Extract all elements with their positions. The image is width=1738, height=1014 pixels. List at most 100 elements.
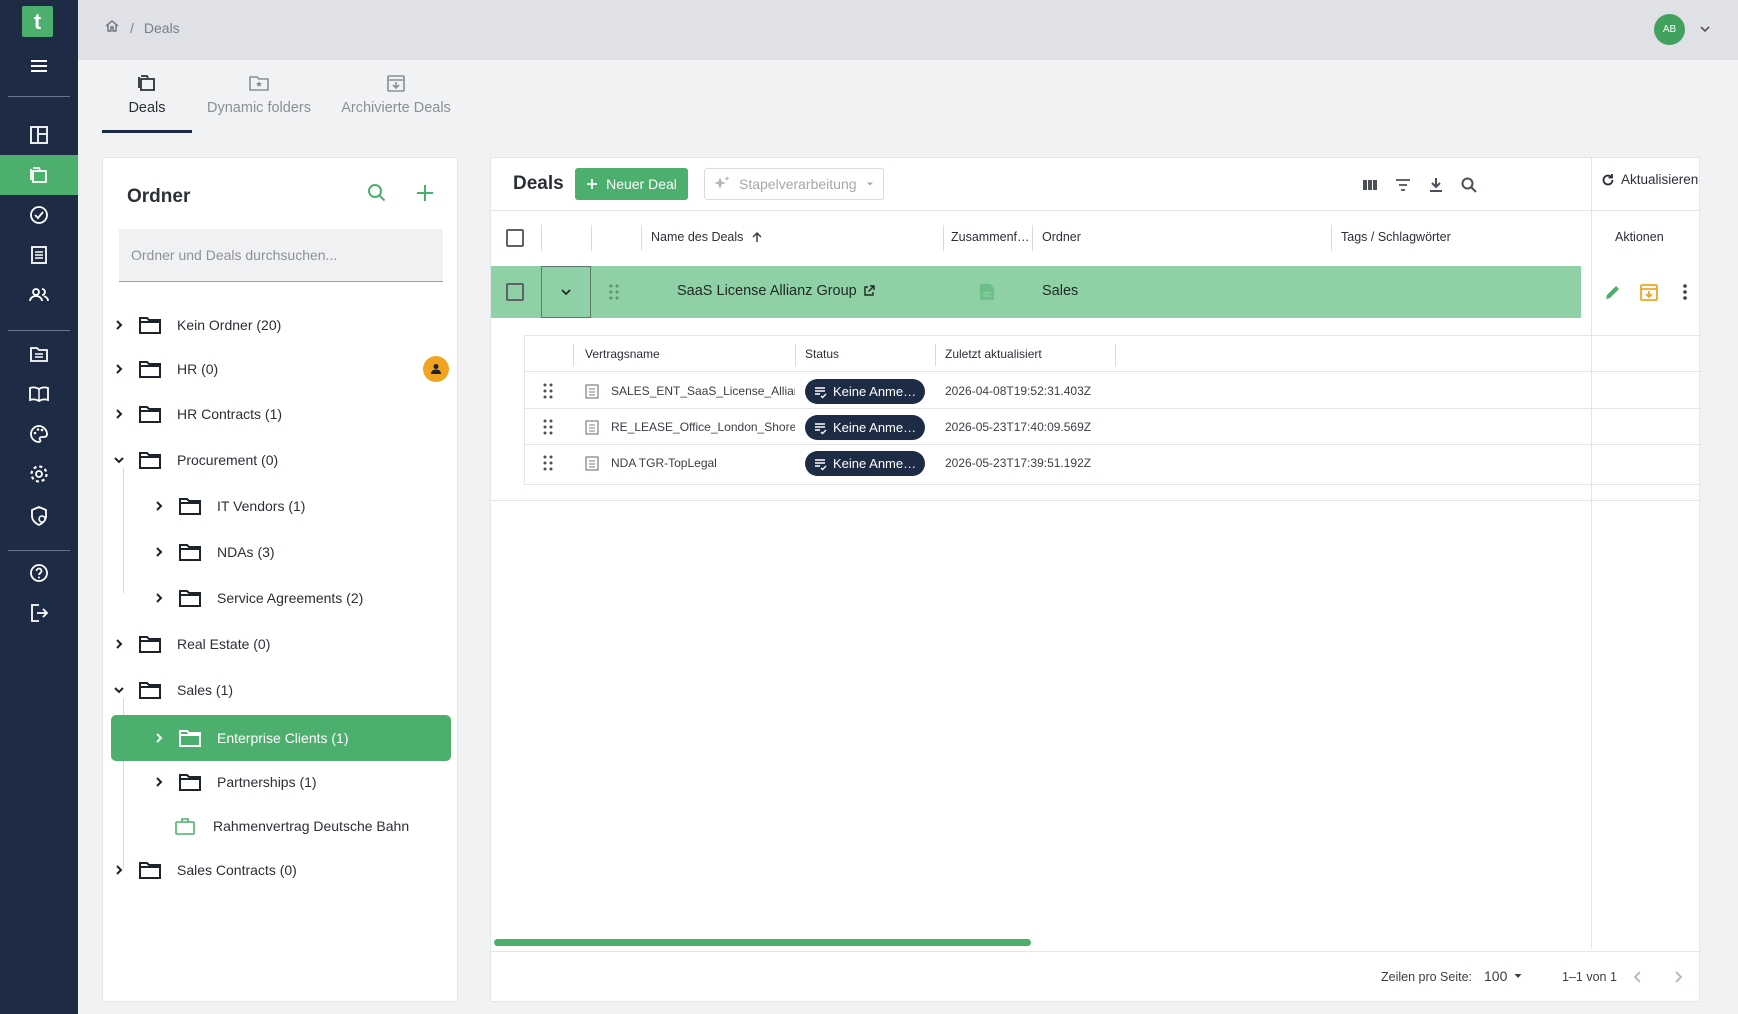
- dynamic-folder-icon: [249, 76, 269, 91]
- tab-dynamic-folders[interactable]: Dynamic folders: [204, 72, 314, 132]
- column-header-summary[interactable]: Zusammenf…: [951, 230, 1030, 244]
- tab-deals[interactable]: Deals: [112, 72, 182, 132]
- tree-item-procurement[interactable]: Procurement (0): [111, 440, 451, 480]
- download-icon[interactable]: [1427, 176, 1445, 194]
- status-badge[interactable]: Keine Anme…: [805, 451, 925, 476]
- drag-handle-icon[interactable]: [609, 284, 619, 300]
- documents-icon[interactable]: [0, 235, 78, 275]
- chevron-right-icon[interactable]: [111, 406, 127, 422]
- horizontal-scrollbar[interactable]: [494, 939, 1031, 946]
- batch-processing-button[interactable]: Stapelverarbeitung: [704, 168, 884, 200]
- templates-icon[interactable]: [0, 334, 78, 374]
- contract-name[interactable]: RE_LEASE_Office_London_Shoreditc: [611, 420, 795, 434]
- chevron-right-icon[interactable]: [151, 544, 167, 560]
- tree-item-kein-ordner[interactable]: Kein Ordner (20): [111, 305, 451, 345]
- chevron-right-icon[interactable]: [151, 774, 167, 790]
- chevron-left-icon[interactable]: [1631, 970, 1645, 984]
- users-icon[interactable]: [0, 275, 78, 315]
- document-icon: [585, 384, 599, 399]
- chevron-right-icon[interactable]: [151, 498, 167, 514]
- chevron-right-icon[interactable]: [111, 317, 127, 333]
- home-icon[interactable]: [104, 18, 120, 37]
- external-link-icon[interactable]: [863, 285, 875, 297]
- chevron-right-icon[interactable]: [111, 361, 127, 377]
- more-vertical-icon[interactable]: [1675, 282, 1695, 302]
- chevron-right-icon[interactable]: [1671, 970, 1685, 984]
- contract-name[interactable]: SALES_ENT_SaaS_License_Allianz_: [611, 384, 795, 398]
- help-icon[interactable]: [0, 553, 78, 593]
- column-header-contract-name[interactable]: Vertragsname: [585, 347, 660, 361]
- summary-document-icon[interactable]: [977, 282, 997, 302]
- archive-icon[interactable]: [1639, 282, 1659, 302]
- search-icon[interactable]: [366, 182, 388, 207]
- tree-item-hr[interactable]: HR (0): [111, 349, 451, 389]
- chevron-right-icon[interactable]: [151, 730, 167, 746]
- tasks-icon[interactable]: [0, 195, 78, 235]
- contract-row[interactable]: SALES_ENT_SaaS_License_Allianz_ Keine An…: [525, 373, 1701, 409]
- filter-icon[interactable]: [1394, 176, 1412, 194]
- menu-icon[interactable]: [0, 46, 78, 86]
- folder-search-input[interactable]: [119, 229, 443, 282]
- settings-icon[interactable]: [0, 454, 78, 494]
- caret-down-icon: [1514, 974, 1522, 978]
- document-icon: [585, 456, 599, 471]
- deals-icon[interactable]: [0, 155, 78, 195]
- deal-name-link[interactable]: SaaS License Allianz Group: [677, 283, 875, 299]
- sort-ascending-icon[interactable]: [751, 231, 763, 243]
- app-logo[interactable]: t: [22, 6, 53, 37]
- logout-icon[interactable]: [0, 593, 78, 633]
- column-header-status[interactable]: Status: [805, 347, 839, 361]
- column-header-folder[interactable]: Ordner: [1042, 230, 1081, 244]
- palette-icon[interactable]: [0, 414, 78, 454]
- rows-per-page-select[interactable]: 100: [1484, 968, 1523, 984]
- tree-item-deal-rahmenvertrag[interactable]: Rahmenvertrag Deutsche Bahn: [175, 806, 451, 846]
- tree-item-service-agreements[interactable]: Service Agreements (2): [151, 578, 451, 618]
- folder-icon: [139, 682, 161, 699]
- tree-item-ndas[interactable]: NDAs (3): [151, 532, 451, 572]
- tree-item-sales[interactable]: Sales (1): [111, 670, 451, 710]
- column-header-deal-name[interactable]: Name des Deals: [651, 230, 763, 244]
- refresh-button[interactable]: Aktualisieren: [1601, 172, 1698, 187]
- tree-item-sales-contracts[interactable]: Sales Contracts (0): [111, 850, 451, 890]
- tree-item-real-estate[interactable]: Real Estate (0): [111, 624, 451, 664]
- security-icon[interactable]: [0, 496, 78, 536]
- contract-name[interactable]: NDA TGR-TopLegal: [611, 456, 795, 470]
- dashboard-icon[interactable]: [0, 115, 78, 155]
- new-deal-button[interactable]: Neuer Deal: [575, 168, 688, 200]
- column-separator: [1115, 344, 1116, 366]
- chevron-right-icon[interactable]: [151, 590, 167, 606]
- tab-archived-deals[interactable]: Archivierte Deals: [340, 72, 452, 132]
- status-badge[interactable]: Keine Anme…: [805, 379, 925, 404]
- tree-item-partnerships[interactable]: Partnerships (1): [151, 762, 451, 802]
- chevron-down-icon[interactable]: [111, 452, 127, 468]
- drag-handle-icon[interactable]: [543, 383, 553, 399]
- columns-icon[interactable]: [1361, 176, 1379, 194]
- avatar[interactable]: AB: [1654, 14, 1685, 45]
- add-folder-icon[interactable]: [414, 182, 436, 207]
- chevron-right-icon[interactable]: [111, 636, 127, 652]
- chevron-right-icon[interactable]: [111, 862, 127, 878]
- chevron-down-icon: [561, 289, 571, 296]
- chevron-down-icon[interactable]: [111, 682, 127, 698]
- tree-item-it-vendors[interactable]: IT Vendors (1): [151, 486, 451, 526]
- select-all-checkbox[interactable]: [506, 229, 524, 247]
- contract-row[interactable]: NDA TGR-TopLegal Keine Anme… 2026-05-23T…: [525, 445, 1701, 481]
- status-badge[interactable]: Keine Anme…: [805, 415, 925, 440]
- drag-handle-icon[interactable]: [543, 455, 553, 471]
- table-row[interactable]: SaaS License Allianz Group Sales: [491, 266, 1581, 318]
- expand-row-button[interactable]: [541, 266, 591, 318]
- edit-icon[interactable]: [1603, 282, 1623, 302]
- tree-item-enterprise-clients[interactable]: Enterprise Clients (1): [111, 715, 451, 761]
- library-icon[interactable]: [0, 374, 78, 414]
- search-icon[interactable]: [1460, 176, 1478, 194]
- folder-icon: [139, 862, 161, 879]
- drag-handle-icon[interactable]: [543, 419, 553, 435]
- breadcrumb: / Deals: [104, 18, 180, 37]
- column-header-tags[interactable]: Tags / Schlagwörter: [1341, 230, 1451, 244]
- column-header-updated[interactable]: Zuletzt aktualisiert: [945, 347, 1042, 361]
- tree-item-hr-contracts[interactable]: HR Contracts (1): [111, 394, 451, 434]
- folder-icon: [179, 730, 201, 747]
- contract-row[interactable]: RE_LEASE_Office_London_Shoreditc Keine A…: [525, 409, 1701, 445]
- row-checkbox[interactable]: [506, 283, 524, 301]
- chevron-down-icon[interactable]: [1698, 22, 1712, 39]
